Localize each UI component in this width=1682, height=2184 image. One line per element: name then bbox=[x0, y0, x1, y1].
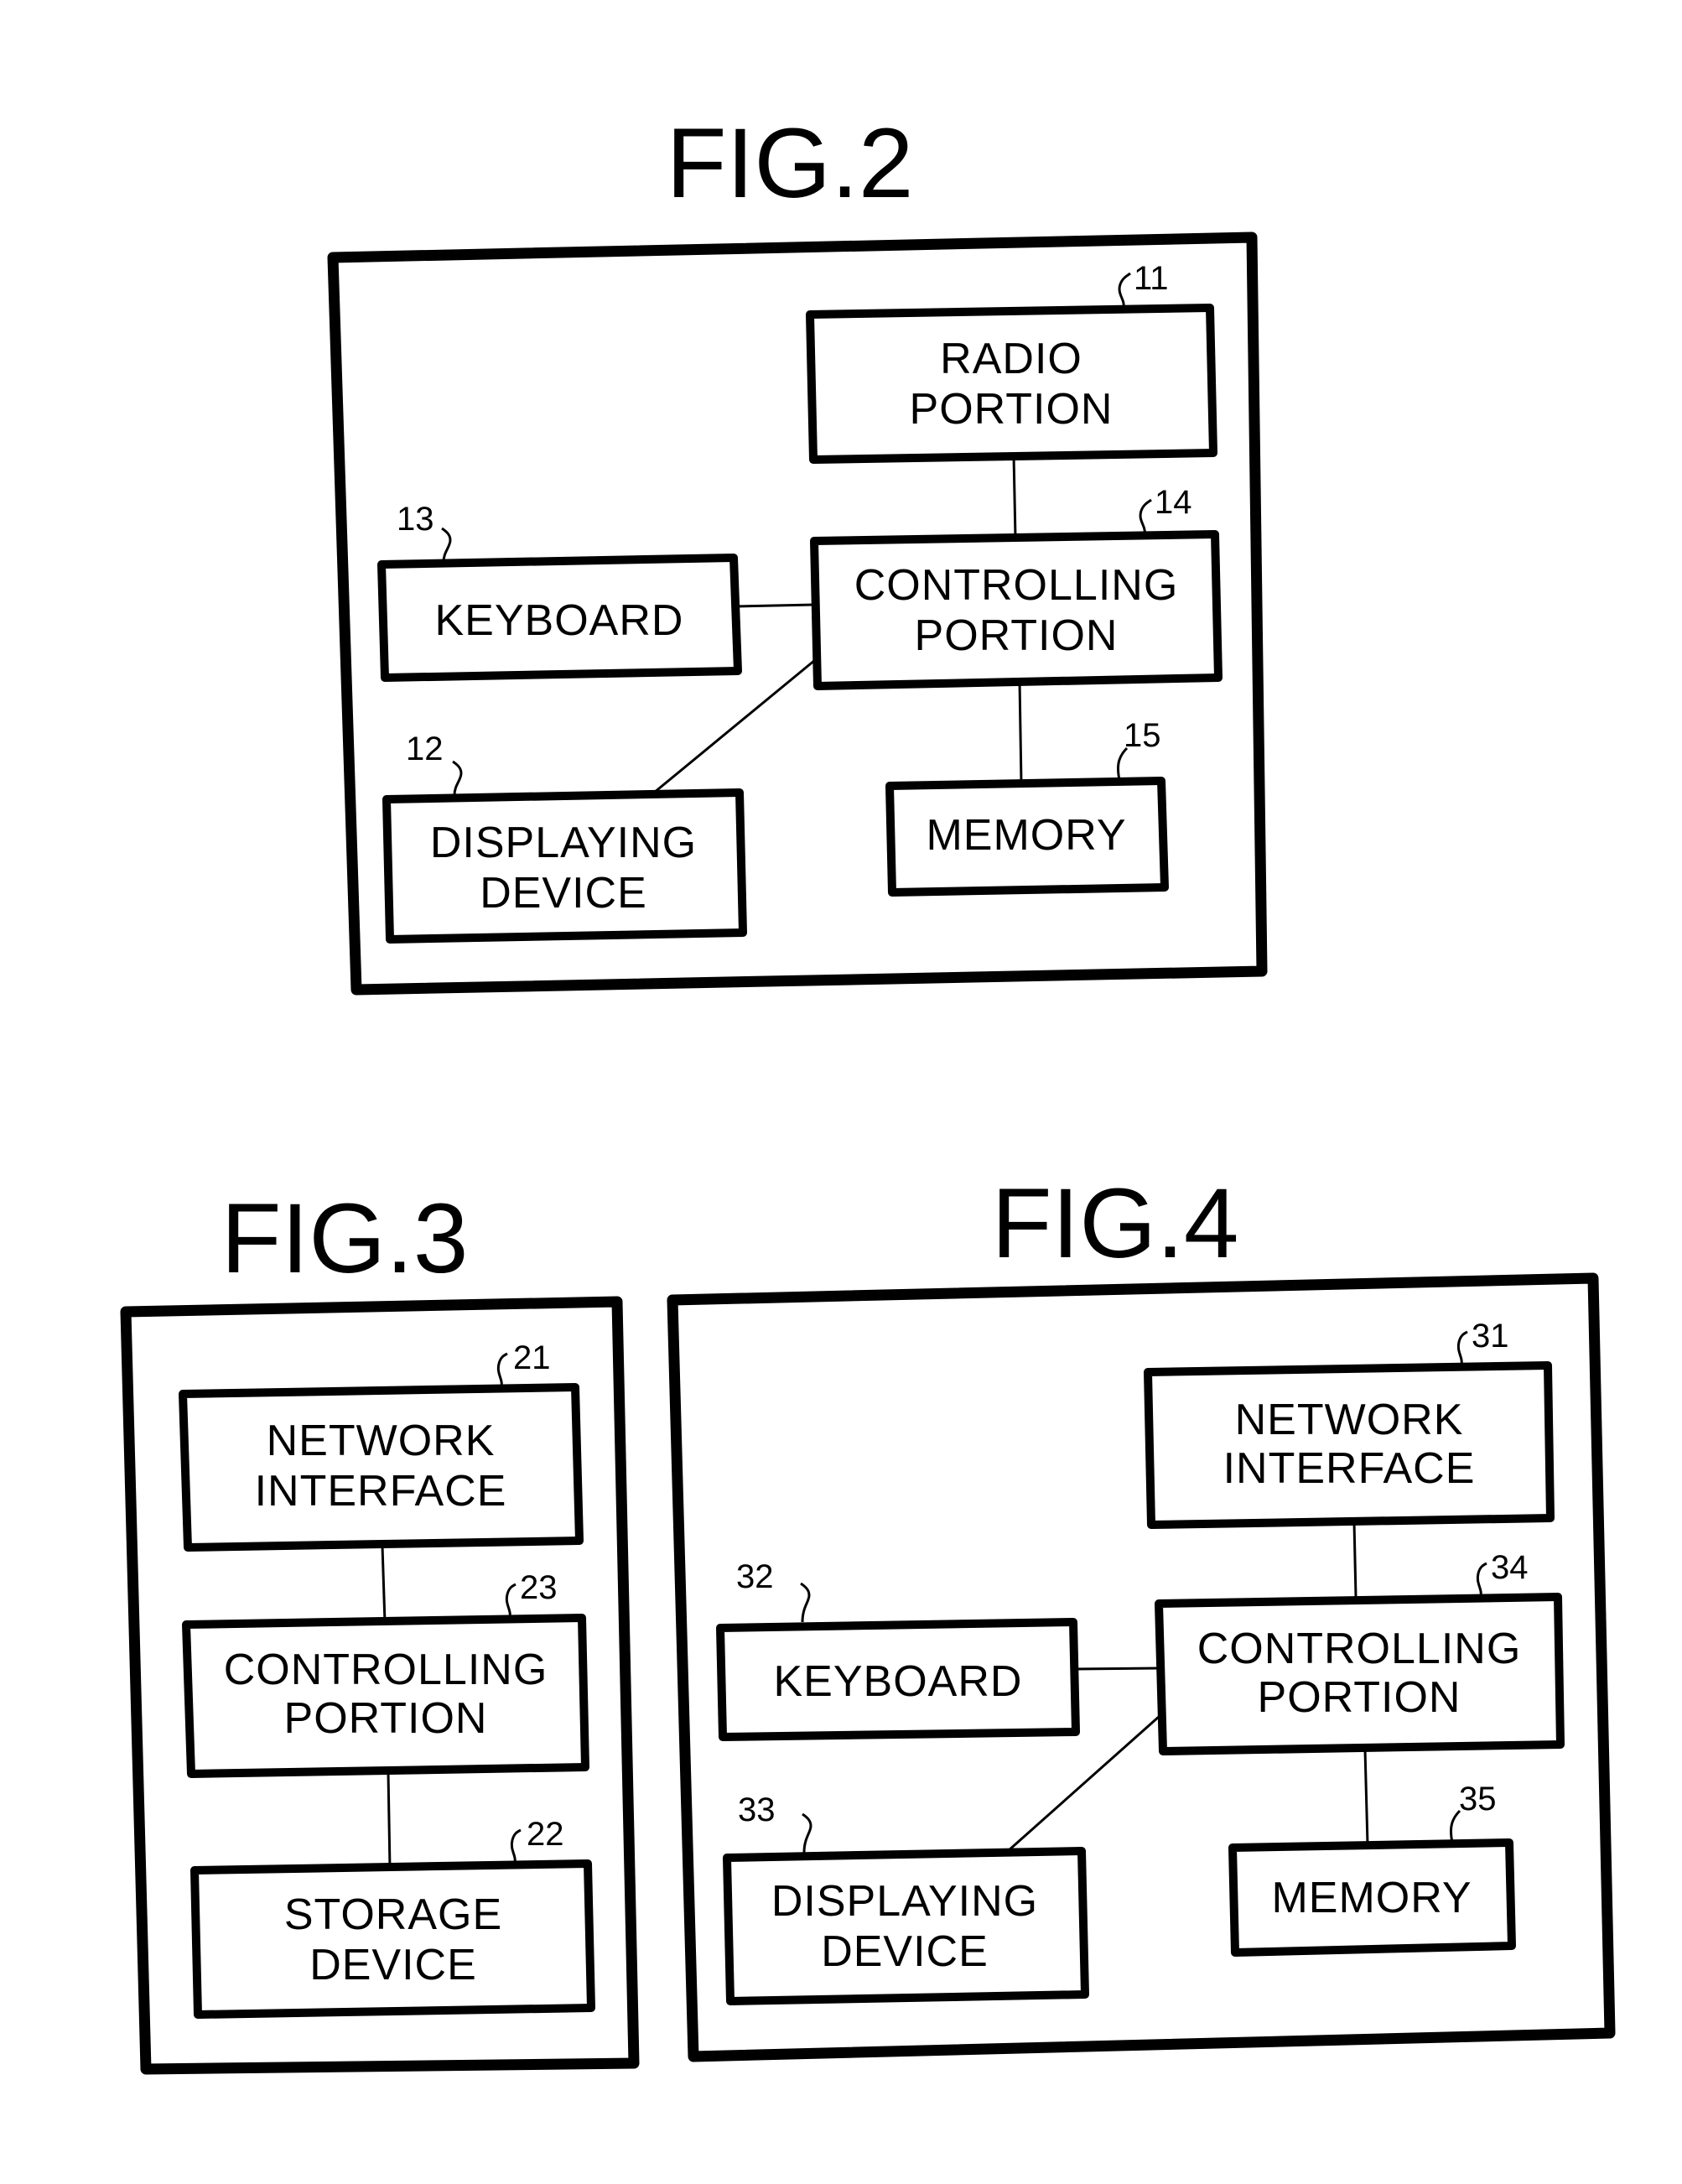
connector-displaying-controlling bbox=[653, 658, 816, 794]
block-memory: MEMORY 35 bbox=[1228, 1781, 1516, 1957]
block-label-line: PORTION bbox=[284, 1694, 488, 1743]
block-storage-device: STORAGE DEVICE 22 bbox=[190, 1816, 595, 2019]
block-label-line: MEMORY bbox=[926, 811, 1126, 860]
block-network-interface: NETWORK INTERFACE 31 bbox=[1144, 1318, 1555, 1529]
block-label-line: PORTION bbox=[915, 611, 1119, 660]
block-keyboard: KEYBOARD 32 bbox=[716, 1558, 1080, 1741]
block-label-line: NETWORK bbox=[267, 1417, 496, 1465]
block-label-line: KEYBOARD bbox=[435, 596, 684, 645]
block-label-line: RADIO bbox=[940, 335, 1082, 383]
connector-network-controlling bbox=[381, 1545, 387, 1624]
reference-numeral: 34 bbox=[1491, 1549, 1529, 1586]
block-label-line: NETWORK bbox=[1235, 1396, 1464, 1444]
block-label-line: CONTROLLING bbox=[1197, 1625, 1522, 1673]
connector-keyboard-controlling bbox=[1075, 1667, 1160, 1671]
block-label-line: PORTION bbox=[1258, 1673, 1461, 1722]
block-controlling-portion: CONTROLLING PORTION 34 bbox=[1155, 1549, 1565, 1755]
block-label-line: DEVICE bbox=[480, 869, 647, 918]
reference-leader bbox=[496, 1352, 508, 1388]
figure-4: FIG.4 NETWORK INTERFACE 31 CONTROLLING P… bbox=[667, 1168, 1616, 2062]
block-label-line: DEVICE bbox=[309, 1941, 477, 1989]
reference-leader bbox=[441, 527, 452, 563]
reference-numeral: 15 bbox=[1124, 717, 1161, 754]
block-label-line: CONTROLLING bbox=[854, 561, 1179, 610]
connector-radio-controlling bbox=[1012, 455, 1017, 538]
figure-title: FIG.2 bbox=[666, 108, 913, 219]
reference-numeral: 13 bbox=[397, 501, 434, 538]
connector-controlling-memory bbox=[1018, 680, 1023, 784]
block-radio-portion: RADIO PORTION 11 bbox=[806, 260, 1217, 464]
block-controlling-portion: CONTROLLING PORTION 14 bbox=[810, 484, 1223, 690]
connector-controlling-memory bbox=[1363, 1749, 1369, 1845]
figure-title: FIG.3 bbox=[221, 1183, 468, 1294]
reference-leader bbox=[505, 1583, 517, 1619]
block-keyboard: KEYBOARD 13 bbox=[377, 501, 742, 682]
reference-numeral: 31 bbox=[1472, 1318, 1509, 1355]
reference-numeral: 23 bbox=[520, 1569, 558, 1606]
block-label-line: KEYBOARD bbox=[774, 1657, 1023, 1706]
reference-leader bbox=[1118, 272, 1131, 309]
reference-leader bbox=[802, 1812, 812, 1854]
connector-network-controlling bbox=[1352, 1521, 1358, 1598]
block-label-line: INTERFACE bbox=[255, 1467, 507, 1516]
patent-drawing-sheet: FIG.2 RADIO PORTION 11 CONTROLLING PORTI… bbox=[120, 108, 1616, 2075]
reference-numeral: 14 bbox=[1155, 484, 1192, 521]
reference-numeral: 35 bbox=[1459, 1781, 1497, 1817]
block-label-line: CONTROLLING bbox=[224, 1646, 548, 1694]
reference-leader bbox=[510, 1828, 522, 1864]
block-label-line: MEMORY bbox=[1271, 1874, 1472, 1922]
block-label-line: DEVICE bbox=[821, 1927, 989, 1976]
block-memory: MEMORY 15 bbox=[885, 717, 1169, 897]
block-label-line: DISPLAYING bbox=[430, 819, 697, 867]
reference-numeral: 33 bbox=[738, 1791, 776, 1828]
block-displaying-device: DISPLAYING DEVICE 33 bbox=[723, 1791, 1089, 2005]
reference-leader bbox=[1476, 1562, 1487, 1598]
figure-title: FIG.4 bbox=[991, 1168, 1238, 1279]
figure-3: FIG.3 NETWORK INTERFACE 21 CONTROLLING P… bbox=[120, 1183, 640, 2075]
connector-keyboard-controlling bbox=[735, 603, 815, 608]
block-label-line: INTERFACE bbox=[1223, 1444, 1476, 1493]
reference-numeral: 22 bbox=[527, 1816, 564, 1853]
reference-numeral: 21 bbox=[513, 1339, 551, 1376]
reference-leader bbox=[452, 760, 463, 796]
reference-numeral: 11 bbox=[1134, 260, 1169, 297]
reference-leader bbox=[1139, 498, 1152, 535]
block-label-line: STORAGE bbox=[284, 1890, 502, 1939]
connector-controlling-storage bbox=[387, 1771, 392, 1869]
block-controlling-portion: CONTROLLING PORTION 23 bbox=[182, 1569, 589, 1778]
reference-numeral: 32 bbox=[736, 1558, 774, 1595]
figure-2: FIG.2 RADIO PORTION 11 CONTROLLING PORTI… bbox=[327, 108, 1268, 996]
reference-numeral: 12 bbox=[406, 731, 444, 767]
block-label-line: PORTION bbox=[910, 385, 1114, 434]
reference-leader bbox=[1456, 1330, 1468, 1366]
reference-leader bbox=[800, 1582, 811, 1623]
block-label-line: DISPLAYING bbox=[771, 1877, 1038, 1926]
block-network-interface: NETWORK INTERFACE 21 bbox=[179, 1339, 584, 1552]
